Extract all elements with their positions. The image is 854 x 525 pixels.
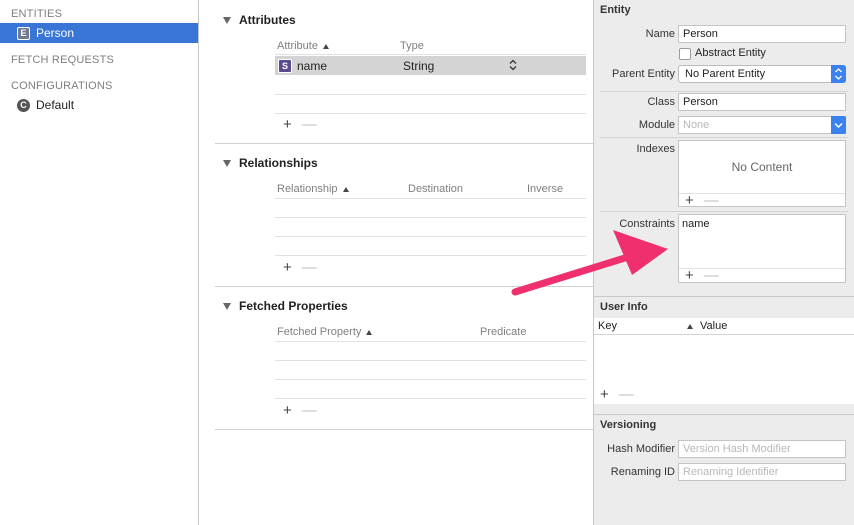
- module-placeholder: None: [683, 119, 710, 131]
- disclosure-triangle-icon: [223, 302, 231, 310]
- parent-entity-label: Parent Entity: [612, 68, 675, 80]
- sort-ascending-icon: [342, 186, 349, 192]
- attribute-name[interactable]: name: [297, 59, 327, 73]
- entity-editor: Attributes Attribute Type S name String …: [200, 0, 593, 525]
- configurations-header[interactable]: CONFIGURATIONS: [0, 76, 113, 96]
- column-header-attribute[interactable]: Attribute: [277, 40, 329, 52]
- updown-chevron-icon[interactable]: [509, 59, 517, 71]
- remove-index-button[interactable]: —: [704, 192, 719, 209]
- sidebar-item-label: Person: [36, 26, 75, 40]
- section-title: Attributes: [239, 13, 296, 27]
- column-header-predicate[interactable]: Predicate: [480, 326, 526, 338]
- add-constraint-button[interactable]: +: [685, 267, 694, 284]
- column-header-destination[interactable]: Destination: [408, 183, 463, 195]
- constraints-list[interactable]: name + —: [678, 214, 846, 284]
- entity-sidebar: ENTITIES E Person FETCH REQUESTS CONFIGU…: [0, 0, 199, 525]
- select-stepper-icon: [831, 65, 846, 83]
- hash-modifier-label: Hash Modifier: [607, 443, 675, 455]
- entity-name-field[interactable]: Person: [678, 25, 846, 43]
- sort-ascending-icon: [687, 323, 693, 329]
- class-label: Class: [647, 96, 675, 108]
- name-label: Name: [645, 28, 675, 40]
- add-fetched-property-button[interactable]: +: [283, 402, 292, 419]
- relationships-disclosure[interactable]: Relationships: [223, 156, 318, 170]
- class-field[interactable]: Person: [678, 93, 846, 111]
- column-header-fetched-property[interactable]: Fetched Property: [277, 326, 373, 338]
- module-select[interactable]: None: [678, 116, 846, 134]
- section-title: Relationships: [239, 156, 318, 170]
- attributes-add-remove: + —: [283, 116, 317, 133]
- fetched-properties-section: Fetched Properties Fetched Property Pred…: [215, 286, 593, 429]
- constraints-label: Constraints: [619, 218, 675, 230]
- table-row[interactable]: S name String: [275, 56, 586, 75]
- renaming-id-label: Renaming ID: [610, 466, 675, 478]
- sort-ascending-icon: [366, 329, 373, 335]
- parent-entity-value: No Parent Entity: [685, 68, 766, 80]
- entities-header: ENTITIES: [11, 8, 63, 20]
- disclosure-triangle-icon: [223, 16, 231, 24]
- indexes-list[interactable]: No Content + —: [678, 140, 846, 209]
- column-header-value[interactable]: Value: [687, 320, 727, 332]
- fetched-properties-disclosure[interactable]: Fetched Properties: [223, 299, 348, 313]
- indexes-label: Indexes: [636, 143, 675, 155]
- add-attribute-button[interactable]: +: [283, 116, 292, 133]
- module-label: Module: [638, 119, 675, 131]
- relationships-section: Relationships Relationship Destination I…: [215, 143, 593, 286]
- data-model-inspector: Entity Name Person Abstract Entity Paren…: [593, 0, 854, 525]
- section-title: Fetched Properties: [239, 299, 348, 313]
- attribute-type[interactable]: String: [403, 59, 434, 73]
- column-header-type[interactable]: Type: [400, 40, 424, 52]
- indexes-empty-text: No Content: [731, 160, 793, 174]
- abstract-entity-label: Abstract Entity: [695, 47, 766, 59]
- user-info-add-remove: + —: [600, 386, 634, 403]
- add-index-button[interactable]: +: [685, 192, 694, 209]
- relationships-add-remove: + —: [283, 259, 317, 276]
- sidebar-item-person[interactable]: E Person: [0, 23, 198, 43]
- abstract-entity-checkbox[interactable]: [679, 48, 691, 60]
- column-header-relationship[interactable]: Relationship: [277, 183, 349, 195]
- remove-constraint-button[interactable]: —: [704, 267, 719, 284]
- entity-icon: E: [17, 26, 30, 40]
- attributes-section: Attributes Attribute Type S name String …: [215, 0, 593, 143]
- parent-entity-select[interactable]: No Parent Entity: [678, 65, 846, 83]
- user-info-table[interactable]: Key Value + —: [594, 318, 854, 404]
- attributes-disclosure[interactable]: Attributes: [223, 13, 296, 27]
- add-relationship-button[interactable]: +: [283, 259, 292, 276]
- remove-user-info-button[interactable]: —: [619, 386, 634, 403]
- chevron-down-icon: [831, 116, 846, 134]
- sidebar-item-default[interactable]: C Default: [0, 95, 198, 115]
- constraints-add-remove: + —: [685, 267, 719, 284]
- remove-fetched-property-button[interactable]: —: [302, 402, 317, 419]
- user-info-title: User Info: [600, 301, 648, 313]
- renaming-id-field[interactable]: Renaming Identifier: [678, 463, 846, 481]
- string-attribute-icon: S: [278, 58, 292, 73]
- remove-attribute-button[interactable]: —: [302, 116, 317, 133]
- sort-ascending-icon: [322, 43, 329, 49]
- sidebar-item-label: Default: [36, 98, 75, 112]
- constraint-item[interactable]: name: [682, 218, 710, 230]
- entity-inspector-title: Entity: [600, 4, 631, 16]
- column-header-key[interactable]: Key: [598, 320, 617, 332]
- column-header-inverse[interactable]: Inverse: [527, 183, 563, 195]
- indexes-add-remove: + —: [685, 192, 719, 209]
- add-user-info-button[interactable]: +: [600, 386, 609, 403]
- remove-relationship-button[interactable]: —: [302, 259, 317, 276]
- hash-modifier-field[interactable]: Version Hash Modifier: [678, 440, 846, 458]
- disclosure-triangle-icon: [223, 159, 231, 167]
- versioning-title: Versioning: [600, 419, 657, 431]
- fetch-requests-header[interactable]: FETCH REQUESTS: [0, 50, 114, 70]
- configuration-icon: C: [17, 98, 30, 112]
- fetched-properties-add-remove: + —: [283, 402, 317, 419]
